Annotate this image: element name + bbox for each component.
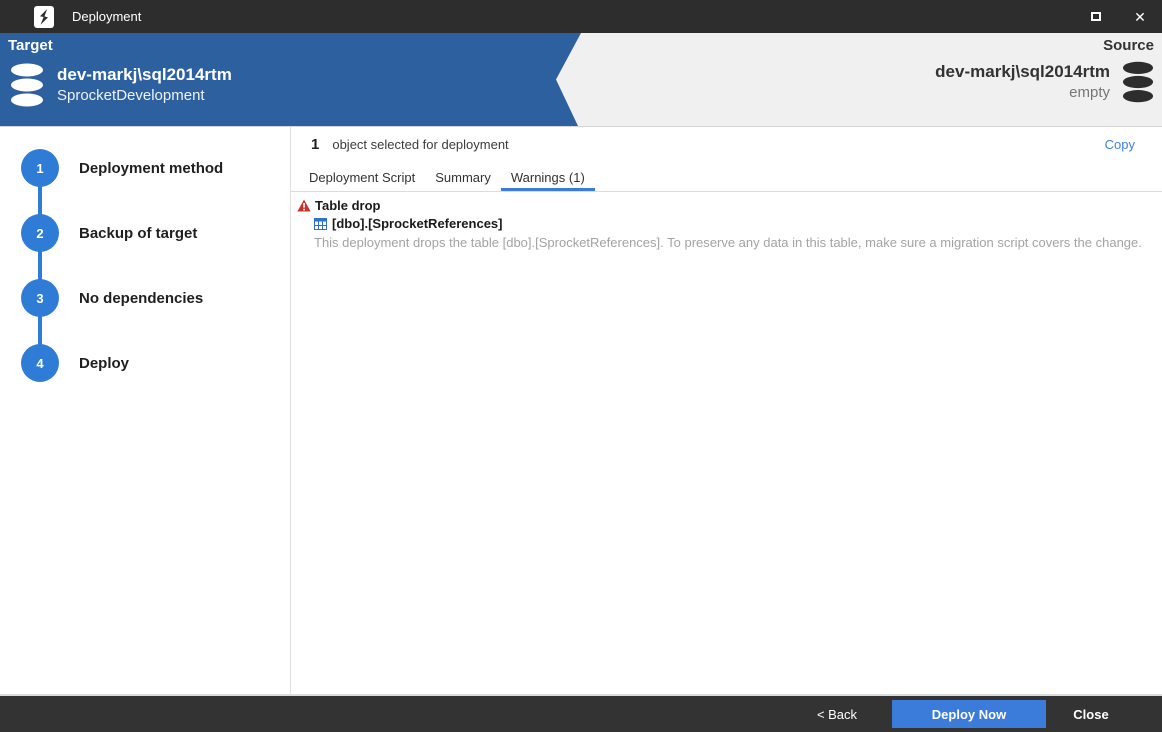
warning-icon [297, 199, 311, 212]
wizard-steps-sidebar: 1 Deployment method 2 Backup of target 3… [0, 127, 291, 694]
step-1-label: Deployment method [79, 149, 223, 187]
target-server-name: dev-markj\sql2014rtm [57, 64, 232, 86]
close-window-button[interactable]: ✕ [1118, 0, 1162, 33]
step-connector-line [38, 168, 42, 363]
maximize-icon [1091, 12, 1101, 21]
deploy-now-button[interactable]: Deploy Now [892, 700, 1046, 728]
footer-bar: < Back Deploy Now Close [0, 696, 1162, 732]
step-1-circle: 1 [21, 149, 59, 187]
warnings-panel: Table drop [dbo].[SprocketReferences] Th… [291, 192, 1162, 250]
copy-link[interactable]: Copy [1105, 137, 1135, 152]
source-database-block: dev-markj\sql2014rtm empty [935, 61, 1154, 103]
close-button[interactable]: Close [1046, 707, 1136, 722]
selected-object-count: 1 [311, 136, 319, 153]
deployment-window: Deployment ✕ Target dev-markj\sql2014rtm… [0, 0, 1162, 732]
target-label: Target [8, 37, 53, 54]
title-bar: Deployment ✕ [0, 0, 1162, 33]
target-database-icon [10, 63, 44, 107]
tab-deployment-script[interactable]: Deployment Script [299, 166, 425, 191]
maximize-button[interactable] [1074, 0, 1118, 33]
source-server-name: dev-markj\sql2014rtm [935, 61, 1110, 83]
app-logo-icon [34, 6, 54, 28]
selection-summary-row: 1 object selected for deployment Copy [291, 127, 1162, 153]
warning-object-name: [dbo].[SprocketReferences] [332, 216, 502, 231]
step-2-label: Backup of target [79, 214, 197, 252]
tab-summary[interactable]: Summary [425, 166, 501, 191]
main-panel: 1 object selected for deployment Copy De… [291, 127, 1162, 694]
back-button[interactable]: < Back [792, 707, 882, 722]
step-4-label: Deploy [79, 344, 129, 382]
table-icon [314, 218, 327, 230]
target-database-name: SprocketDevelopment [57, 86, 232, 106]
warning-title: Table drop [315, 198, 380, 213]
selected-object-text: object selected for deployment [332, 137, 508, 152]
source-label: Source [1103, 37, 1154, 54]
step-3-label: No dependencies [79, 279, 203, 317]
source-database-name: empty [935, 83, 1110, 103]
body: 1 Deployment method 2 Backup of target 3… [0, 127, 1162, 696]
step-3-circle: 3 [21, 279, 59, 317]
step-2-circle: 2 [21, 214, 59, 252]
window-title: Deployment [72, 9, 141, 24]
source-database-icon [1122, 61, 1154, 103]
target-database-block: dev-markj\sql2014rtm SprocketDevelopment [10, 63, 232, 107]
step-4-circle: 4 [21, 344, 59, 382]
tab-warnings[interactable]: Warnings (1) [501, 166, 595, 191]
warning-description: This deployment drops the table [dbo].[S… [314, 235, 1142, 250]
tab-bar: Deployment Script Summary Warnings (1) [291, 166, 1162, 192]
deployment-direction-banner: Target dev-markj\sql2014rtm SprocketDeve… [0, 33, 1162, 127]
close-icon: ✕ [1134, 10, 1146, 24]
